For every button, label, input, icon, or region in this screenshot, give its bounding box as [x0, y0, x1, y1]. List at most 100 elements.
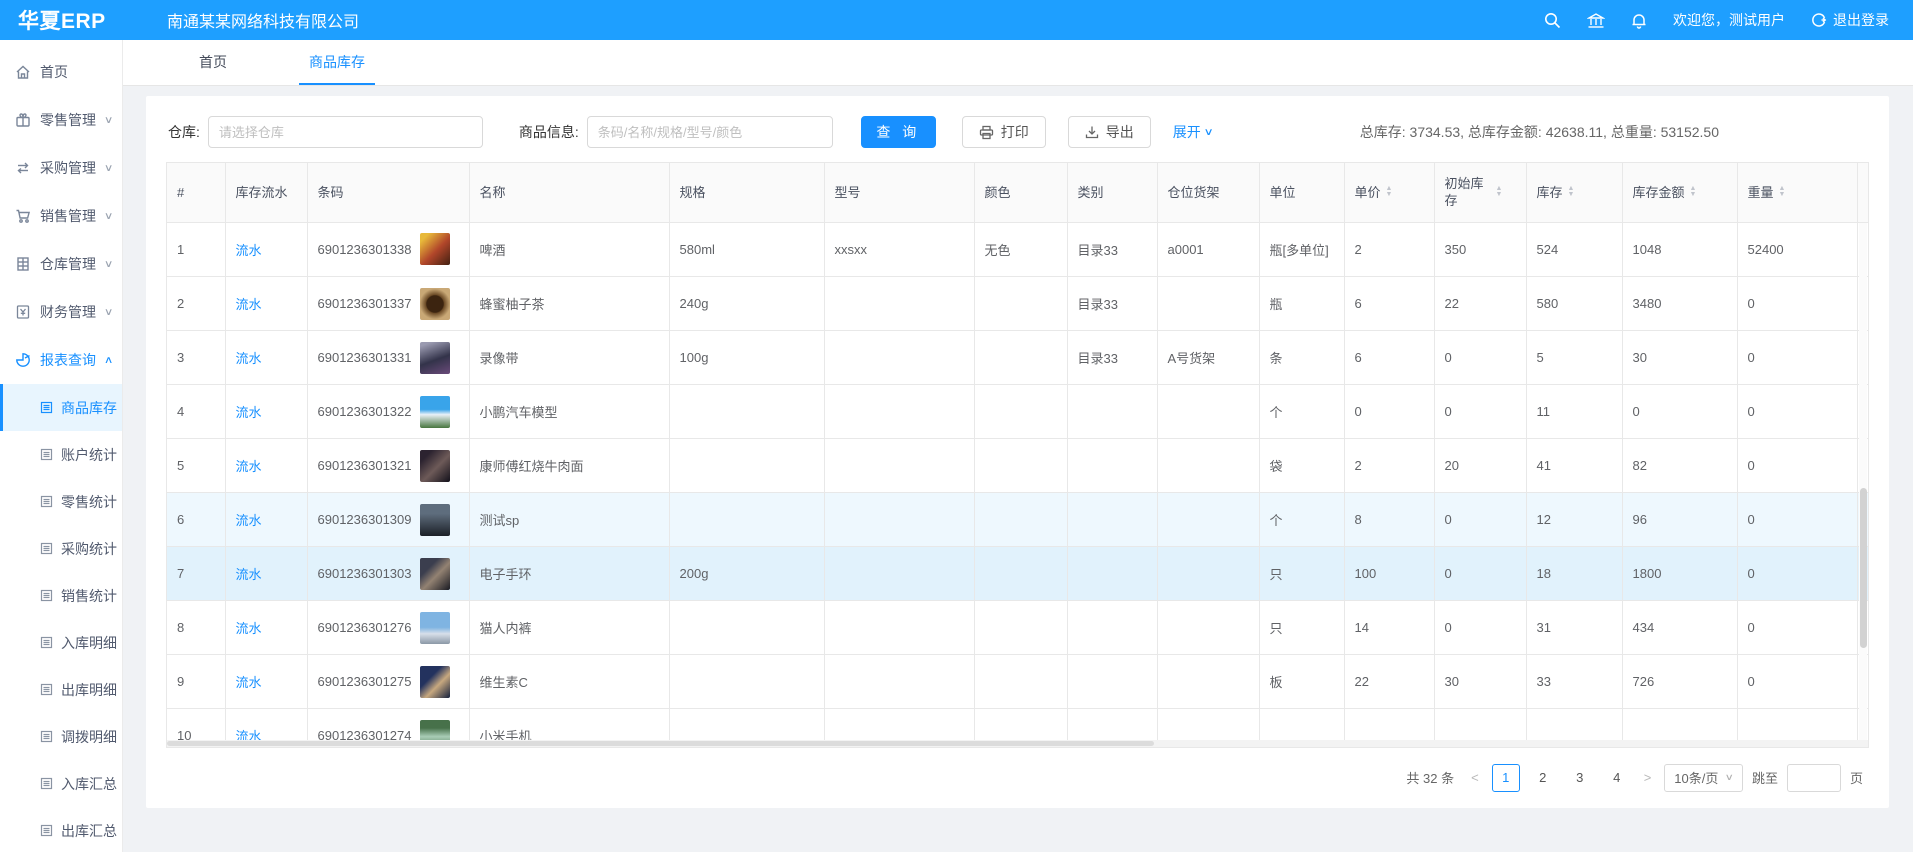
stock-summary: 总库存: 3734.53, 总库存金额: 42638.11, 总重量: 5315… — [1360, 122, 1869, 142]
sidebar-subitem-出库明细[interactable]: 出库明细 — [0, 666, 122, 713]
sidebar-subitem-零售统计[interactable]: 零售统计 — [0, 478, 122, 525]
vertical-scrollbar[interactable] — [1860, 488, 1867, 648]
sort-caret-icon[interactable]: ▲▼ — [1496, 186, 1503, 198]
sidebar-item-sales[interactable]: 销售管理 ∨ — [0, 192, 122, 240]
product-thumbnail[interactable] — [420, 720, 450, 740]
sort-caret-icon[interactable]: ▲▼ — [1386, 186, 1393, 198]
flow-link[interactable]: 流水 — [236, 243, 262, 258]
sidebar-item-retail[interactable]: 零售管理 ∨ — [0, 96, 122, 144]
flow-link[interactable]: 流水 — [236, 567, 262, 582]
cell-shelf — [1157, 547, 1259, 601]
cell-price: 8 — [1344, 493, 1434, 547]
product-thumbnail[interactable] — [420, 612, 450, 644]
column-header-spacer — [1857, 163, 1868, 222]
welcome-text: 欢迎您，测试用户 — [1673, 10, 1785, 30]
page-button-4[interactable]: 4 — [1603, 764, 1631, 792]
cell-stock: 580 — [1526, 277, 1622, 331]
sort-caret-icon[interactable]: ▲▼ — [1690, 186, 1697, 198]
cell-name: 维生素C — [469, 655, 669, 709]
cell-weight: 0 — [1737, 655, 1857, 709]
row-index: 1 — [167, 223, 225, 277]
next-page-button[interactable]: > — [1640, 770, 1656, 785]
report-doc-icon — [40, 448, 53, 461]
column-header-库存金额[interactable]: 库存金额▲▼ — [1622, 163, 1737, 222]
row-index: 10 — [167, 709, 225, 740]
sidebar-subitem-销售统计[interactable]: 销售统计 — [0, 572, 122, 619]
sidebar-subitem-商品库存[interactable]: 商品库存 — [0, 384, 122, 431]
flow-link[interactable]: 流水 — [236, 297, 262, 312]
horizontal-scrollbar[interactable] — [167, 741, 1154, 746]
report-doc-icon — [40, 777, 53, 790]
search-icon[interactable] — [1544, 12, 1561, 29]
product-info-input[interactable] — [587, 116, 833, 148]
column-header-单价[interactable]: 单价▲▼ — [1344, 163, 1434, 222]
cell-stock: 31 — [1526, 601, 1622, 655]
sidebar-item-finance[interactable]: 财务管理 ∨ — [0, 288, 122, 336]
warehouse-select-input[interactable] — [208, 116, 483, 148]
product-thumbnail[interactable] — [420, 666, 450, 698]
row-index: 4 — [167, 385, 225, 439]
page-size-select[interactable]: 10条/页 ∨ — [1664, 764, 1743, 792]
cell-amount: 96 — [1622, 493, 1737, 547]
sidebar-subitem-采购统计[interactable]: 采购统计 — [0, 525, 122, 572]
flow-link[interactable]: 流水 — [236, 513, 262, 528]
print-button[interactable]: 打印 — [962, 116, 1046, 148]
sidebar-item-home[interactable]: 首页 — [0, 48, 122, 96]
product-thumbnail[interactable] — [420, 342, 450, 374]
cell-stock: 12 — [1526, 493, 1622, 547]
logout-button[interactable]: 退出登录 — [1811, 10, 1889, 30]
cell-spec: 580ml — [669, 223, 824, 277]
sidebar-subitem-出库汇总[interactable]: 出库汇总 — [0, 807, 122, 852]
cell-amount: 1048 — [1622, 223, 1737, 277]
sort-caret-icon[interactable]: ▲▼ — [1568, 186, 1575, 198]
page-button-2[interactable]: 2 — [1529, 764, 1557, 792]
sidebar-subitem-账户统计[interactable]: 账户统计 — [0, 431, 122, 478]
jump-page-input[interactable] — [1787, 764, 1841, 792]
cell-model — [824, 385, 974, 439]
barcode-value: 6901236301303 — [318, 566, 412, 581]
platform-building-icon[interactable] — [1587, 12, 1605, 29]
flow-link[interactable]: 流水 — [236, 729, 262, 740]
row-index: 2 — [167, 277, 225, 331]
cell-category — [1067, 439, 1157, 493]
flow-link[interactable]: 流水 — [236, 405, 262, 420]
cell-shelf — [1157, 493, 1259, 547]
product-thumbnail[interactable] — [420, 504, 450, 536]
page-button-3[interactable]: 3 — [1566, 764, 1594, 792]
product-thumbnail[interactable] — [420, 396, 450, 428]
column-header-重量[interactable]: 重量▲▼ — [1737, 163, 1857, 222]
column-header-初始库存[interactable]: 初始库存▲▼ — [1434, 163, 1526, 222]
sidebar-item-purchase[interactable]: 采购管理 ∨ — [0, 144, 122, 192]
flow-link[interactable]: 流水 — [236, 621, 262, 636]
sidebar-subitem-入库汇总[interactable]: 入库汇总 — [0, 760, 122, 807]
tab-inventory[interactable]: 商品库存 — [299, 40, 375, 85]
notification-bell-icon[interactable] — [1631, 12, 1647, 29]
sort-caret-icon[interactable]: ▲▼ — [1779, 186, 1786, 198]
product-thumbnail[interactable] — [420, 288, 450, 320]
product-thumbnail[interactable] — [420, 450, 450, 482]
page-button-1[interactable]: 1 — [1492, 764, 1520, 792]
search-button[interactable]: 查 询 — [861, 116, 936, 148]
product-thumbnail[interactable] — [420, 558, 450, 590]
cell-unit — [1259, 709, 1344, 740]
product-thumbnail[interactable] — [420, 233, 450, 265]
flow-link[interactable]: 流水 — [236, 459, 262, 474]
cell-weight — [1737, 709, 1857, 740]
sidebar: 首页 零售管理 ∨ 采购管理 ∨ 销售管理 ∨ 仓库管理 ∨ 财务管理 ∨ — [0, 40, 123, 852]
cell-amount: 726 — [1622, 655, 1737, 709]
sidebar-subitem-调拨明细[interactable]: 调拨明细 — [0, 713, 122, 760]
prev-page-button[interactable]: < — [1467, 770, 1483, 785]
cell-unit: 条 — [1259, 331, 1344, 385]
sidebar-subitem-入库明细[interactable]: 入库明细 — [0, 619, 122, 666]
flow-link[interactable]: 流水 — [236, 351, 262, 366]
sidebar-item-warehouse[interactable]: 仓库管理 ∨ — [0, 240, 122, 288]
cell-name: 小鹏汽车模型 — [469, 385, 669, 439]
expand-toggle-link[interactable]: 展开 ∨ — [1173, 122, 1212, 142]
column-header-库存[interactable]: 库存▲▼ — [1526, 163, 1622, 222]
table-row: 3流水6901236301331录像带100g目录33A号货架条605300 — [167, 331, 1868, 385]
cell-category — [1067, 547, 1157, 601]
sidebar-item-reports[interactable]: 报表查询 ∧ — [0, 336, 122, 384]
export-button[interactable]: 导出 — [1068, 116, 1151, 148]
tab-home[interactable]: 首页 — [189, 40, 237, 85]
flow-link[interactable]: 流水 — [236, 675, 262, 690]
